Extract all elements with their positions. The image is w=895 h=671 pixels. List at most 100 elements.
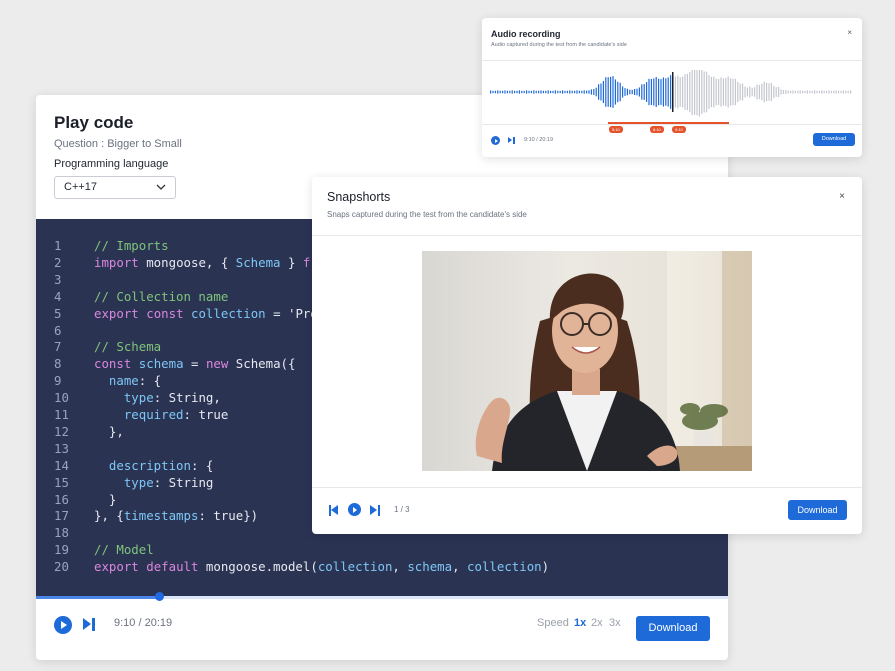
line-number: 12 — [54, 423, 69, 439]
waveform-bar — [523, 90, 525, 94]
waveform-bar — [552, 90, 554, 94]
waveform-bar — [701, 70, 703, 115]
play-button[interactable] — [348, 503, 361, 516]
code-text: const schema = new Schema({ — [94, 356, 296, 372]
divider — [312, 487, 862, 488]
waveform-bar — [794, 90, 796, 94]
waveform-bar — [708, 75, 710, 109]
waveform-bar — [550, 90, 552, 94]
waveform-bar — [624, 88, 626, 96]
waveform-bar — [631, 89, 633, 95]
download-button[interactable]: Download — [636, 616, 710, 641]
waveform-bar — [744, 86, 746, 98]
code-text: // Imports — [94, 238, 169, 253]
waveform-bar — [667, 77, 669, 107]
waveform-bar — [718, 79, 720, 105]
waveform-bar — [614, 79, 616, 105]
waveform-bar — [811, 90, 813, 94]
waveform-bar — [499, 90, 501, 94]
marker-1[interactable]: 5:10 — [609, 126, 623, 133]
language-value: C++17 — [64, 181, 98, 193]
waveform-bar — [787, 90, 789, 94]
waveform-playhead[interactable] — [672, 72, 674, 112]
skip-next-icon[interactable] — [370, 505, 380, 516]
waveform-bar — [768, 83, 770, 101]
line-number: 5 — [54, 305, 62, 321]
waveform-bar — [799, 90, 801, 94]
waveform-bar — [650, 79, 652, 105]
close-icon[interactable]: × — [847, 28, 852, 37]
waveform-bar — [535, 90, 537, 94]
audio-waveform[interactable] — [490, 70, 854, 120]
speed-option-1x[interactable]: 1x — [574, 617, 586, 629]
waveform-bar — [775, 87, 777, 97]
waveform-bar — [763, 81, 765, 103]
waveform-bar — [605, 77, 607, 107]
waveform-bar — [742, 83, 744, 101]
waveform-bar — [838, 90, 840, 94]
waveform-bar — [739, 83, 741, 101]
skip-next-icon[interactable] — [83, 618, 95, 631]
waveform-bar — [554, 90, 556, 94]
waveform-bar — [617, 81, 619, 103]
panel-title: Snapshorts — [327, 190, 391, 204]
waveform-bar — [511, 90, 513, 94]
chevron-down-icon — [156, 184, 166, 190]
code-text: name: { — [108, 373, 162, 389]
skip-previous-icon[interactable] — [329, 505, 339, 516]
waveform-bar — [694, 70, 696, 115]
speed-label: Speed — [537, 617, 569, 629]
waveform-bar — [842, 90, 844, 94]
waveform-bar — [696, 70, 698, 116]
marker-2[interactable]: 8:10 — [650, 126, 664, 133]
waveform-bar — [641, 84, 643, 100]
waveform-bar — [850, 90, 852, 94]
play-button[interactable] — [491, 136, 500, 145]
play-button[interactable] — [54, 616, 72, 634]
waveform-bar — [792, 90, 794, 94]
waveform-bar — [590, 89, 592, 95]
line-number: 20 — [54, 559, 69, 575]
waveform-bar — [622, 86, 624, 98]
waveform-bar — [778, 86, 780, 98]
waveform-bar — [655, 76, 657, 108]
waveform-bar — [588, 90, 590, 94]
waveform-bar — [703, 71, 705, 113]
waveform-bar — [648, 78, 650, 106]
language-select[interactable]: C++17 — [54, 176, 176, 199]
line-number: 11 — [54, 407, 69, 422]
code-text: // Schema — [94, 339, 162, 355]
waveform-bar — [782, 89, 784, 95]
waveform-bar — [566, 90, 568, 94]
panel-title: Audio recording — [491, 29, 561, 39]
waveform-bar — [504, 90, 506, 94]
waveform-bar — [533, 90, 535, 94]
skip-next-icon[interactable] — [508, 137, 515, 144]
waveform-bar — [602, 80, 604, 104]
waveform-bar — [518, 90, 520, 94]
waveform-bar — [691, 70, 693, 116]
waveform-bar — [538, 90, 540, 94]
download-button[interactable]: Download — [813, 133, 855, 146]
speed-option-2x[interactable]: 2x — [591, 617, 603, 629]
line-number: 14 — [54, 457, 69, 473]
waveform-bar — [509, 90, 511, 94]
waveform-bar — [835, 90, 837, 94]
line-number: 9 — [54, 373, 62, 389]
marker-3[interactable]: 9:10 — [672, 126, 686, 133]
waveform-bar — [658, 78, 660, 106]
waveform-bar — [636, 88, 638, 96]
line-number: 1 — [54, 238, 62, 253]
speed-option-3x[interactable]: 3x — [609, 617, 621, 629]
playback-time: 9:10 / 20:19 — [114, 617, 173, 629]
audio-recording-panel: Audio recording Audio captured during th… — [482, 18, 862, 157]
waveform-bar — [816, 90, 818, 94]
divider — [482, 124, 862, 125]
waveform-bar — [595, 87, 597, 97]
snapshot-image — [422, 251, 752, 471]
waveform-bar — [727, 76, 729, 108]
download-button[interactable]: Download — [788, 500, 847, 520]
code-text: type: String — [123, 474, 214, 490]
code-text: // Collection name — [94, 288, 229, 304]
close-icon[interactable]: × — [839, 191, 845, 202]
